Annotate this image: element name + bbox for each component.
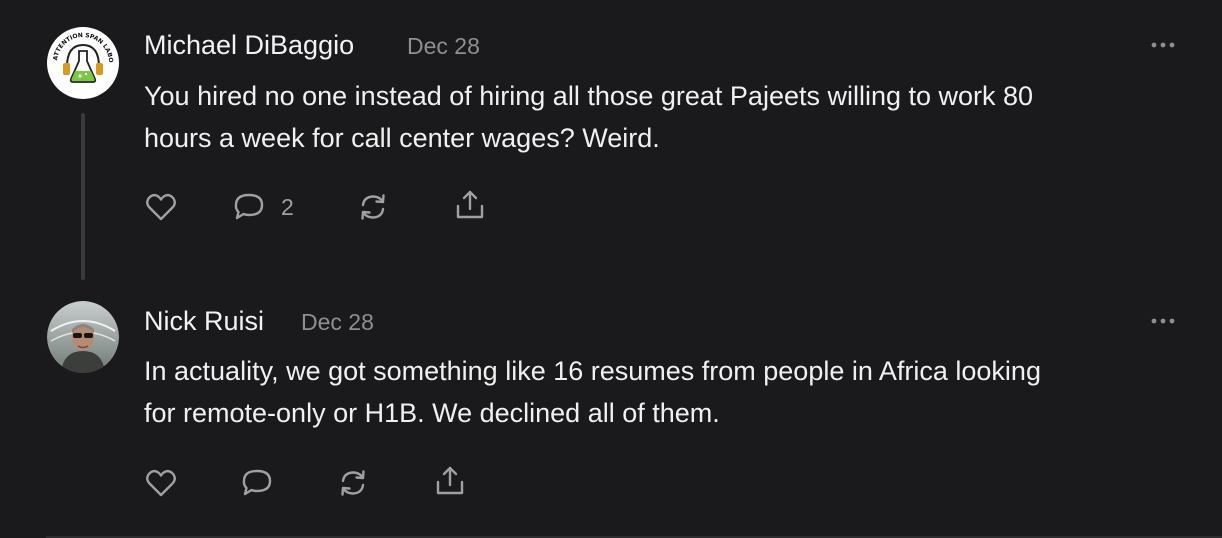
- author-name[interactable]: Nick Ruisi: [144, 306, 264, 337]
- heart-icon[interactable]: [144, 190, 178, 224]
- comment-date[interactable]: Dec 28: [407, 33, 480, 60]
- comment-text-line: hours a week for call center wages? Weir…: [144, 123, 660, 153]
- avatar-michael-dibaggio[interactable]: ATTENTION SPAN LABORATORIES: [47, 27, 119, 99]
- restack-icon[interactable]: [356, 190, 390, 224]
- share-icon[interactable]: [433, 464, 467, 498]
- share-icon[interactable]: [453, 188, 487, 222]
- more-icon[interactable]: [1150, 316, 1176, 326]
- avatar-nick-ruisi[interactable]: [47, 301, 119, 373]
- author-name[interactable]: Michael DiBaggio: [144, 30, 354, 61]
- heart-icon[interactable]: [144, 466, 178, 500]
- comment-icon[interactable]: [232, 190, 266, 224]
- comment-text-line: In actuality, we got something like 16 r…: [144, 356, 1041, 386]
- comment-icon[interactable]: [240, 466, 274, 500]
- reply-count[interactable]: 2: [281, 194, 294, 221]
- comment-date[interactable]: Dec 28: [301, 309, 374, 336]
- more-icon[interactable]: [1150, 40, 1176, 50]
- comment-text-line: You hired no one instead of hiring all t…: [144, 81, 1034, 111]
- restack-icon[interactable]: [336, 466, 370, 500]
- thread-line: [81, 113, 85, 280]
- comment-text-line: for remote-only or H1B. We declined all …: [144, 398, 720, 428]
- comment-body: You hired no one instead of hiring all t…: [144, 75, 1204, 159]
- comment-body: In actuality, we got something like 16 r…: [144, 350, 1204, 434]
